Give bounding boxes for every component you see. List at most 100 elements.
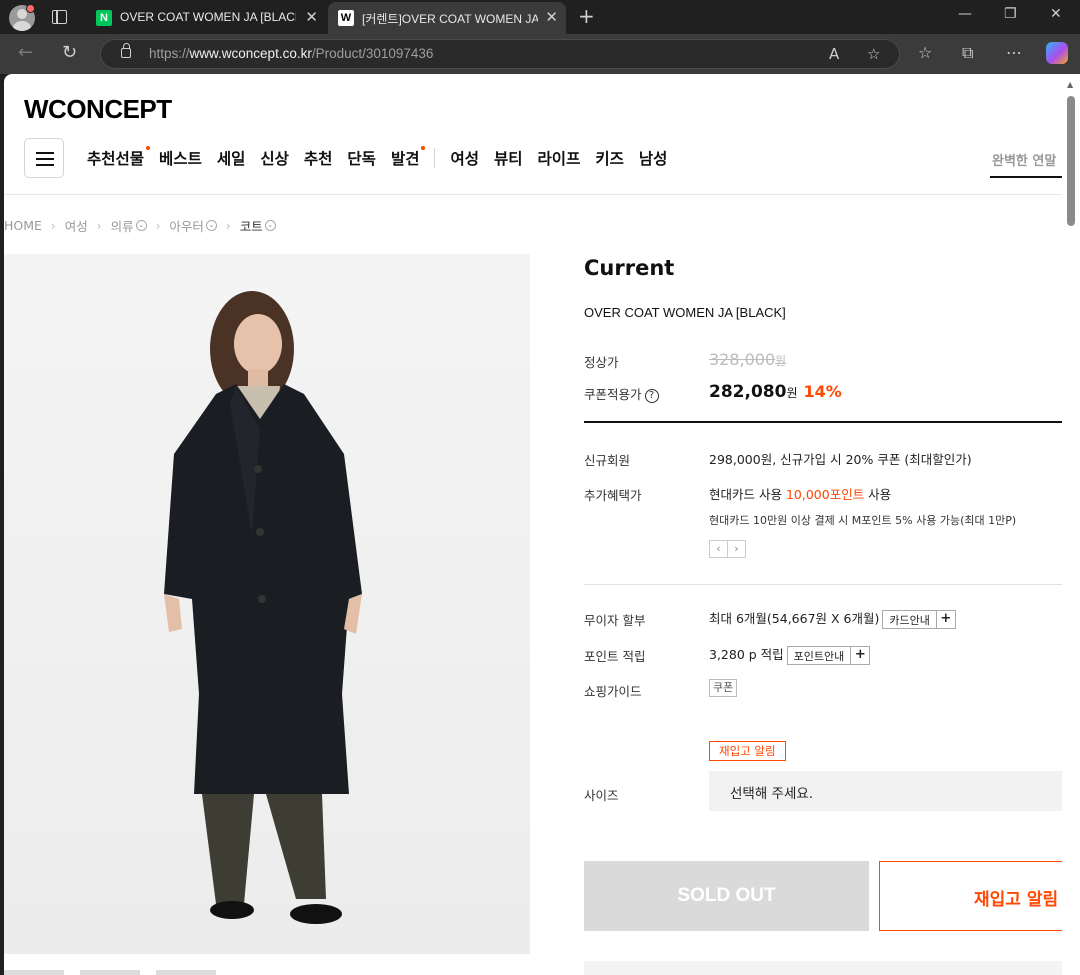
nav-item-recommend[interactable]: 추천: [304, 147, 333, 169]
lock-icon[interactable]: [121, 43, 131, 58]
size-select[interactable]: 선택해 주세요.: [709, 771, 1062, 811]
price-divider: [584, 421, 1062, 423]
back-icon[interactable]: ←: [18, 42, 33, 63]
installment-value: 최대 6개월(54,667원 X 6개월) 카드안내 +: [709, 608, 956, 629]
chevron-right-icon: ›: [50, 218, 56, 233]
url-text[interactable]: https://www.wconcept.co.kr/Product/30109…: [149, 46, 433, 61]
product-image[interactable]: [4, 254, 530, 954]
model-in-coat-illustration: [164, 291, 362, 924]
minimize-icon[interactable]: —: [958, 6, 972, 22]
nav-item-life[interactable]: 라이프: [538, 147, 581, 169]
naver-favicon-icon: N: [96, 10, 112, 26]
new-member-value: 298,000원, 신규가입 시 20% 쿠폰 (최대할인가): [709, 452, 972, 467]
menu-button[interactable]: [24, 138, 64, 178]
discount-rate: 14%: [803, 382, 842, 401]
chevron-right-icon: ›: [96, 218, 102, 233]
refresh-icon[interactable]: ↻: [62, 42, 77, 63]
scroll-up-icon[interactable]: ▲: [1067, 80, 1073, 89]
site-logo[interactable]: WCONCEPT: [24, 94, 172, 125]
product-brand[interactable]: Current: [584, 256, 674, 280]
header-divider: [4, 194, 1062, 195]
shopping-guide-label: 쇼핑가이드: [584, 684, 642, 699]
breadcrumb-women[interactable]: 여성: [65, 216, 88, 235]
restock-alert-button[interactable]: 재입고 알림: [879, 861, 1062, 931]
breadcrumb-outer[interactable]: 아우터 ⌄: [169, 216, 217, 235]
nav-item-beauty[interactable]: 뷰티: [494, 147, 523, 169]
chevron-down-icon: ⌄: [135, 220, 147, 231]
favorite-star-icon[interactable]: ☆: [867, 45, 880, 63]
nav-item-sale[interactable]: 세일: [217, 147, 246, 169]
restock-alert-tag[interactable]: 재입고 알림: [709, 741, 786, 761]
coupon-tag[interactable]: 쿠폰: [709, 679, 738, 697]
more-icon[interactable]: ⋯: [1006, 43, 1022, 62]
url-bar[interactable]: https://www.wconcept.co.kr/Product/30109…: [100, 39, 900, 69]
sold-out-button[interactable]: SOLD OUT: [584, 861, 869, 931]
collections-icon[interactable]: ⧉: [962, 43, 973, 63]
product-name: OVER COAT WOMEN JA [BLACK]: [584, 305, 786, 320]
search-input[interactable]: 완벽한 연말: [990, 144, 1062, 178]
nav-item-women[interactable]: 여성: [450, 147, 479, 169]
nav-divider: [434, 148, 436, 168]
favorites-icon[interactable]: ☆: [918, 43, 932, 62]
new-tab-icon[interactable]: +: [578, 4, 595, 28]
main-nav: 추천선물 베스트 세일 신상 추천 단독 발견 여성 뷰티 라이프 키즈 남성: [87, 146, 682, 169]
scroll-thumb[interactable]: [1067, 96, 1075, 226]
address-toolbar: ← ↻ https://www.wconcept.co.kr/Product/3…: [0, 34, 1080, 74]
nav-item-new[interactable]: 신상: [260, 147, 289, 169]
nav-item-gift[interactable]: 추천선물: [87, 146, 151, 169]
browser-tab-bar: N OVER COAT WOMEN JA [BLACK] : ✕ W [커렌트]…: [0, 0, 1080, 34]
web-page: WCONCEPT 추천선물 베스트 세일 신상 추천 단독 발견 여성 뷰티 라…: [4, 74, 1062, 975]
wconcept-favicon-icon: W: [338, 10, 354, 26]
page-scrollbar[interactable]: ▲: [1062, 74, 1080, 975]
breadcrumb: HOME › 여성 › 의류 ⌄ › 아우터 ⌄ › 코트 ⌄: [4, 216, 276, 235]
nav-item-best[interactable]: 베스트: [159, 147, 202, 169]
nav-item-exclusive[interactable]: 단독: [347, 147, 376, 169]
restore-icon[interactable]: ❐: [1004, 6, 1017, 22]
chevron-down-icon: ⌄: [264, 220, 276, 231]
nav-item-men[interactable]: 남성: [639, 147, 668, 169]
point-value: 3,280 p 적립 포인트안내 +: [709, 644, 871, 665]
chevron-down-icon: ⌄: [205, 220, 217, 231]
size-label: 사이즈: [584, 788, 619, 803]
regular-price-label: 정상가: [584, 355, 619, 370]
search-placeholder: 완벽한 연말: [992, 154, 1057, 169]
benefit-pager: ‹ ›: [709, 540, 746, 558]
section-divider: [584, 584, 1062, 585]
installment-label: 무이자 할부: [584, 613, 646, 628]
nav-item-discover[interactable]: 발견: [391, 146, 426, 169]
tab-actions-icon[interactable]: [52, 10, 67, 24]
nav-item-kids[interactable]: 키즈: [595, 147, 624, 169]
copilot-icon[interactable]: [1046, 42, 1068, 64]
extra-benefit-value: 현대카드 사용 10,000포인트 사용: [709, 487, 892, 502]
new-member-label: 신규회원: [584, 453, 631, 468]
plus-icon: +: [935, 611, 955, 628]
extra-benefit-detail: 현대카드 10만원 이상 결제 시 M포인트 5% 사용 가능(최대 1만P): [709, 514, 1017, 527]
tab-title: OVER COAT WOMEN JA [BLACK] :: [120, 10, 296, 24]
close-tab-icon[interactable]: ✕: [545, 8, 558, 26]
coupon-price-label: 쿠폰적용가?: [584, 384, 659, 403]
close-window-icon[interactable]: ✕: [1050, 6, 1062, 22]
help-icon[interactable]: ?: [644, 389, 659, 403]
breadcrumb-clothing[interactable]: 의류 ⌄: [111, 216, 147, 235]
chevron-right-icon: ›: [225, 218, 231, 233]
read-aloud-icon[interactable]: A: [829, 45, 839, 63]
plus-icon: +: [850, 647, 869, 664]
extra-benefit-label: 추가혜택가: [584, 488, 642, 503]
bottom-panel: [584, 961, 1062, 975]
breadcrumb-coat[interactable]: 코트 ⌄: [240, 216, 276, 235]
chevron-right-icon: ›: [155, 218, 161, 233]
coupon-price: 282,080원 14%: [709, 382, 842, 402]
notification-dot: [26, 4, 35, 13]
regular-price: 328,000원: [709, 350, 787, 369]
card-guide-button[interactable]: 카드안내 +: [882, 610, 956, 629]
chevron-right-icon[interactable]: ›: [727, 540, 746, 558]
thumbnail-strip: [4, 970, 304, 975]
point-guide-button[interactable]: 포인트안내 +: [786, 646, 871, 665]
close-tab-icon[interactable]: ✕: [305, 8, 318, 26]
point-label: 포인트 적립: [584, 649, 646, 664]
tab-title: [커렌트]OVER COAT WOMEN JA [: [362, 12, 538, 26]
browser-tab-2[interactable]: W [커렌트]OVER COAT WOMEN JA [ ✕: [328, 2, 566, 34]
browser-tab-1[interactable]: N OVER COAT WOMEN JA [BLACK] : ✕: [86, 2, 326, 34]
chevron-left-icon[interactable]: ‹: [709, 540, 728, 558]
breadcrumb-home[interactable]: HOME: [4, 218, 42, 233]
